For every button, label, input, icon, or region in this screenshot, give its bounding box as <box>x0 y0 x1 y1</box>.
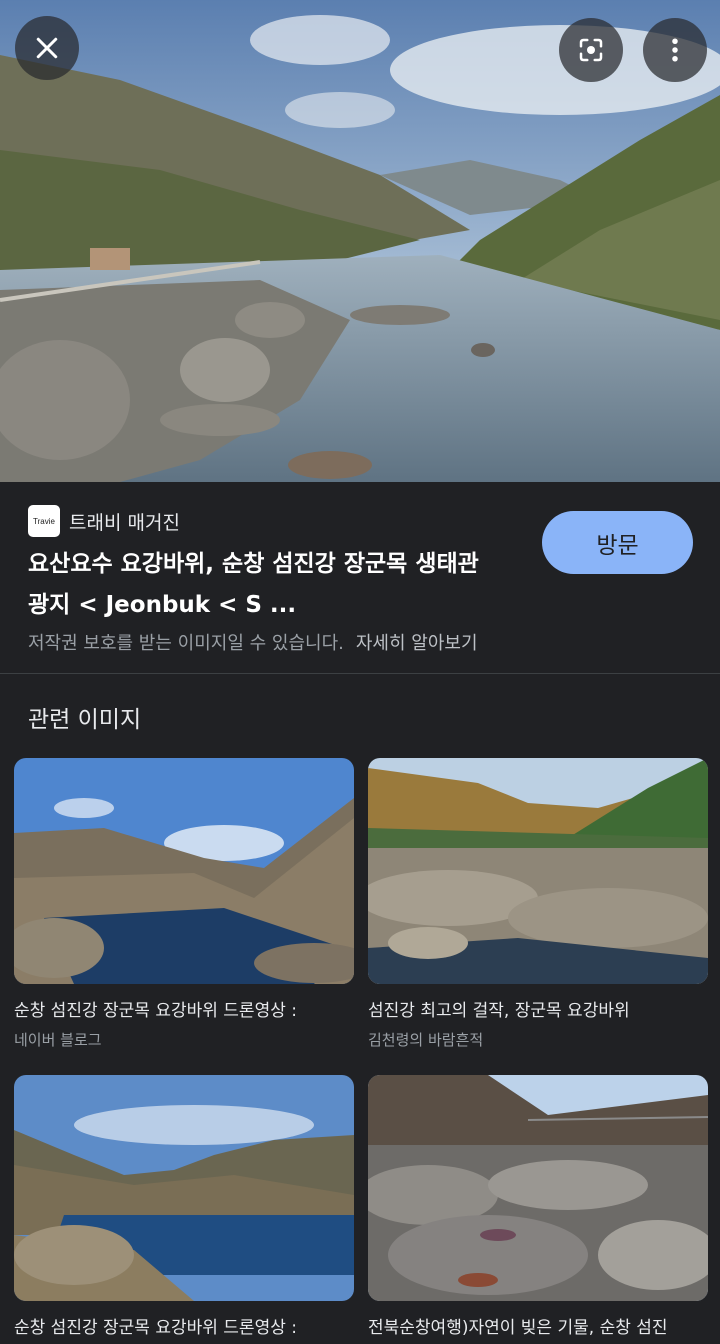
result-title-line-2: 광지 < Jeonbuk < S ... <box>28 592 297 618</box>
lens-search-icon <box>579 38 603 62</box>
learn-more-link[interactable]: 자세히 알아보기 <box>356 633 478 654</box>
related-image-thumbnail[interactable] <box>14 758 354 984</box>
related-image-thumbnail[interactable] <box>368 1075 708 1301</box>
result-title[interactable]: 요산요수 요강바위, 순창 섬진강 장군목 생태관 광지 < Jeonbuk <… <box>28 544 518 626</box>
related-image-source: 김천령의 바람흔적 <box>368 1031 484 1049</box>
related-image-thumbnail[interactable] <box>368 758 708 984</box>
image-viewer: Travie 트래비 매거진 요산요수 요강바위, 순창 섬진강 장군목 생태관… <box>0 0 720 1344</box>
related-image-thumbnail[interactable] <box>14 1075 354 1301</box>
related-images-heading: 관련 이미지 <box>28 707 142 733</box>
visit-button[interactable]: 방문 <box>542 511 693 574</box>
close-button[interactable] <box>15 16 79 80</box>
copyright-text: 저작권 보호를 받는 이미지일 수 있습니다. <box>28 633 344 654</box>
related-image-card[interactable]: 섬진강 최고의 걸작, 장군목 요강바위 김천령의 바람흔적 <box>368 758 708 1050</box>
related-image-card[interactable]: 순창 섬진강 장군목 요강바위 드론영상 : 네이버 블로그 <box>14 758 354 1050</box>
related-photo-1 <box>14 758 354 984</box>
source-row[interactable]: Travie 트래비 매거진 <box>28 504 180 538</box>
section-divider <box>0 673 720 674</box>
more-vert-icon <box>672 38 678 62</box>
related-image-card[interactable]: 순창 섬진강 장군목 요강바위 드론영상 : <box>14 1075 354 1344</box>
close-icon <box>36 37 58 59</box>
source-favicon: Travie <box>28 505 60 537</box>
related-photo-3 <box>14 1075 354 1301</box>
related-photo-4 <box>368 1075 708 1301</box>
result-title-line-1: 요산요수 요강바위, 순창 섬진강 장군목 생태관 <box>28 551 479 577</box>
lens-search-button[interactable] <box>559 18 623 82</box>
related-photo-2 <box>368 758 708 984</box>
source-name: 트래비 매거진 <box>69 511 180 534</box>
related-image-caption: 섬진강 최고의 걸작, 장군목 요강바위 <box>368 1001 630 1021</box>
more-options-button[interactable] <box>643 18 707 82</box>
related-image-caption: 전북순창여행)자연이 빚은 기물, 순창 섬진 <box>368 1318 668 1338</box>
related-image-card[interactable]: 전북순창여행)자연이 빚은 기물, 순창 섬진 <box>368 1075 708 1344</box>
related-image-source: 네이버 블로그 <box>14 1031 102 1049</box>
related-image-caption: 순창 섬진강 장군목 요강바위 드론영상 : <box>14 1001 297 1021</box>
copyright-notice: 저작권 보호를 받는 이미지일 수 있습니다. 자세히 알아보기 <box>28 629 478 655</box>
related-image-caption: 순창 섬진강 장군목 요강바위 드론영상 : <box>14 1318 297 1338</box>
